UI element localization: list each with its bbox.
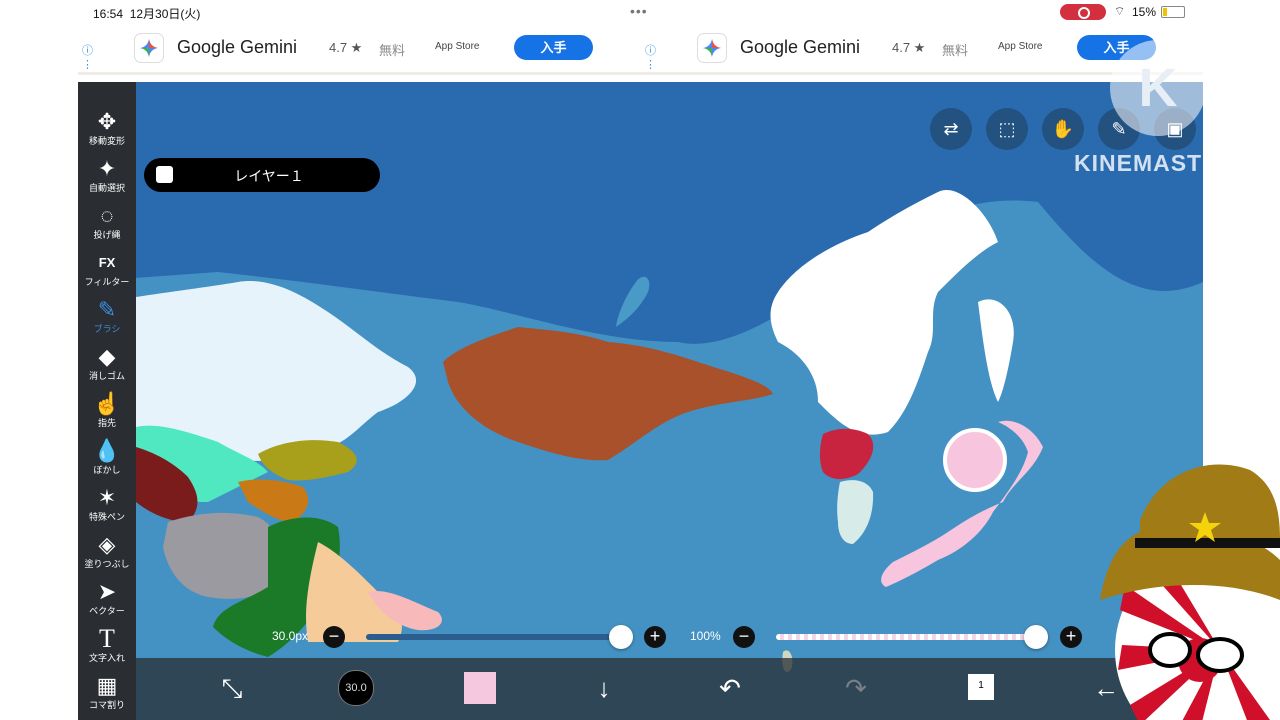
toggle-icon[interactable]: ⇄: [930, 108, 972, 150]
text-icon: T: [99, 624, 115, 653]
ad-rating: 4.7 ★: [329, 40, 363, 55]
ad-rating: 4.7 ★: [892, 40, 926, 55]
magic-wand-icon: ✦: [97, 156, 117, 181]
opacity-minus-button[interactable]: −: [733, 626, 755, 648]
drawing-canvas[interactable]: レイヤー１ ⇄ ⬚ ✋ ✎ ▣ 30.0px − + 100% − +: [78, 82, 1203, 720]
ad-price: 無料: [379, 43, 406, 58]
ad-app-name: Google Gemini: [740, 37, 861, 57]
brush-size-slider[interactable]: [366, 634, 621, 640]
tool-finger[interactable]: ☝ 指先: [78, 390, 136, 436]
undo-icon[interactable]: ↶: [710, 670, 750, 706]
tool-move[interactable]: ✥ 移動変形: [78, 108, 136, 154]
brush-size-indicator[interactable]: 30.0: [338, 670, 374, 706]
opacity-label: 100%: [690, 629, 721, 643]
ad-app-name: Google Gemini: [177, 37, 298, 57]
selection-icon[interactable]: ⬚: [986, 108, 1028, 150]
brush-size-minus-button[interactable]: −: [323, 626, 345, 648]
status-bar: 16:54 12月30日(火) ••• ⌔ 15%: [78, 0, 1203, 24]
bottom-toolbar: ⤡ 30.0 ↓ ↶ ↷ 1 ←: [136, 658, 1203, 720]
lasso-icon: ◌: [100, 203, 114, 228]
eraser-icon: ◆: [98, 344, 116, 369]
info-icon[interactable]: ⓘ ⋮: [645, 42, 657, 71]
app-frame: 16:54 12月30日(火) ••• ⌔ 15% ⓘ ⋮ Google Gemi…: [78, 0, 1203, 720]
opacity-plus-button[interactable]: +: [1060, 626, 1082, 648]
brush-size-plus-button[interactable]: +: [644, 626, 666, 648]
layer-indicator[interactable]: レイヤー１: [144, 158, 380, 192]
current-color-swatch[interactable]: [464, 672, 496, 704]
layer-name: レイヤー１: [234, 168, 304, 184]
ad-item[interactable]: ⓘ ⋮ Google Gemini 4.7 ★ 無料 App Store 入手: [82, 24, 642, 72]
tool-lasso[interactable]: ◌ 投げ縄: [78, 202, 136, 248]
status-time: 16:54 12月30日(火): [93, 7, 201, 21]
get-button[interactable]: 入手: [514, 35, 593, 60]
tool-frame[interactable]: ▦ コマ割り: [78, 672, 136, 718]
tool-auto-select[interactable]: ✦ 自動選択: [78, 155, 136, 201]
ad-price: 無料: [942, 43, 969, 58]
redo-icon[interactable]: ↷: [836, 670, 876, 706]
countryball-mascot: [1100, 464, 1280, 720]
multitask-dots[interactable]: •••: [630, 3, 648, 19]
wifi-icon: ⌔: [1114, 4, 1126, 18]
tool-special-pen[interactable]: ✶ 特殊ペン: [78, 484, 136, 530]
save-down-arrow-icon[interactable]: ↓: [584, 670, 624, 706]
battery-icon: [1161, 6, 1185, 18]
special-pen-icon: ✶: [97, 485, 117, 510]
tool-filter[interactable]: FX フィルター: [78, 249, 136, 295]
ad-store: App Store: [998, 41, 1043, 52]
fx-icon: FX: [98, 255, 116, 270]
brush-sliders: 30.0px − + 100% − +: [78, 620, 1203, 654]
opacity-knob[interactable]: [1024, 625, 1048, 649]
layer-visibility-checkbox[interactable]: [156, 166, 173, 183]
finger-icon: ☝: [93, 391, 121, 416]
gemini-icon: [134, 33, 164, 63]
ad-store: App Store: [435, 41, 480, 52]
screen-record-icon: [1060, 4, 1106, 20]
hand-icon[interactable]: ✋: [1042, 108, 1084, 150]
opacity-slider[interactable]: [776, 634, 1036, 640]
brush-size-label: 30.0px: [272, 629, 309, 643]
info-icon[interactable]: ⓘ ⋮: [82, 42, 94, 71]
tool-sidebar: ✥ 移動変形 ✦ 自動選択 ◌ 投げ縄 FX フィルター ✎ ブラシ ◆ 消しゴム ☝ 指先 …: [78, 82, 136, 720]
tool-brush[interactable]: ✎ ブラシ: [78, 296, 136, 342]
brush-size-knob[interactable]: [609, 625, 633, 649]
kinemaster-logo: K: [1110, 40, 1203, 136]
ad-banner: ⓘ ⋮ Google Gemini 4.7 ★ 無料 App Store 入手 ⓘ…: [78, 24, 1203, 75]
move-icon: ✥: [97, 109, 117, 134]
tool-fill[interactable]: ◈ 塗りつぶし: [78, 531, 136, 577]
gemini-icon: [697, 33, 727, 63]
battery-percent: 15%: [1132, 5, 1157, 19]
layers-button[interactable]: 1: [968, 674, 994, 700]
tool-vector[interactable]: ➤ ベクター: [78, 578, 136, 624]
vector-icon: ➤: [97, 579, 117, 604]
tool-text[interactable]: T 文字入れ: [78, 625, 136, 671]
frame-icon: ▦: [96, 673, 118, 698]
blur-icon: 💧: [93, 438, 121, 463]
tool-blur[interactable]: 💧 ぼかし: [78, 437, 136, 483]
brush-icon: ✎: [97, 297, 117, 322]
kinemaster-watermark: KINEMASTER: [1074, 150, 1203, 176]
transform-swap-icon[interactable]: ⤡: [212, 670, 252, 706]
tool-eraser[interactable]: ◆ 消しゴム: [78, 343, 136, 389]
fill-icon: ◈: [98, 532, 116, 557]
